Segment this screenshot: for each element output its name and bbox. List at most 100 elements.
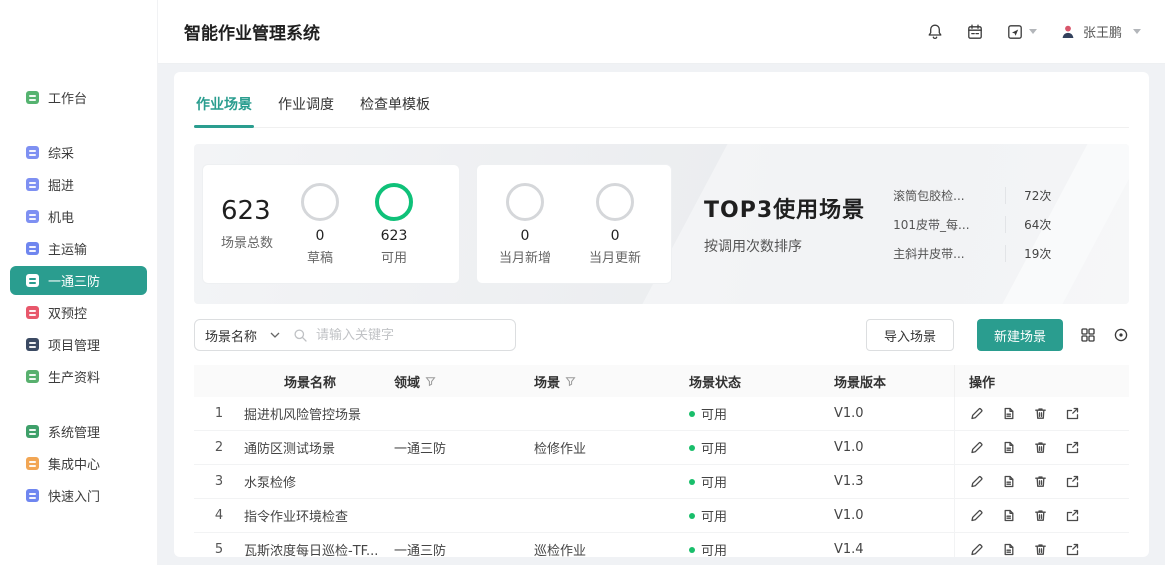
delete-icon[interactable] [1033, 406, 1048, 421]
copy-icon[interactable] [1001, 406, 1016, 421]
keyword-input[interactable] [316, 328, 505, 343]
stat-ring: 0 草稿 [301, 183, 339, 266]
production-data-icon [26, 370, 39, 383]
scene-name-cell: 掘进机风险管控场景 [244, 404, 394, 423]
ring-icon [596, 183, 634, 221]
grid-view-icon[interactable] [1080, 327, 1096, 343]
sidebar-item-label: 集成中心 [48, 454, 100, 473]
sidebar-item[interactable]: 双预控 [10, 298, 147, 327]
chevron-down-icon [1133, 29, 1141, 34]
edit-icon[interactable] [969, 508, 984, 523]
delete-icon[interactable] [1033, 508, 1048, 523]
sidebar-item[interactable]: 项目管理 [10, 330, 147, 359]
edit-icon[interactable] [969, 406, 984, 421]
table-row[interactable]: 1 掘进机风险管控场景 可用 V1.0 [194, 397, 1129, 431]
sidebar-item-label: 双预控 [48, 303, 87, 322]
status-header: 场景状态 [689, 372, 834, 391]
sidebar-item-label: 掘进 [48, 175, 74, 194]
row-actions [954, 533, 1129, 557]
top3-item-count: 72次 [1005, 187, 1067, 204]
row-index: 5 [194, 542, 244, 557]
version-cell: V1.0 [834, 508, 954, 523]
user-menu[interactable]: 张王鹏 [1059, 22, 1141, 41]
table-row[interactable]: 3 水泵检修 可用 V1.3 [194, 465, 1129, 499]
top3-item-name: 主斜井皮带... [893, 245, 1005, 262]
sidebar-item[interactable]: 生产资料 [10, 362, 147, 391]
sidebar-item-label: 主运输 [48, 239, 87, 258]
stats-banner: 623 场景总数 0 草稿 [194, 144, 1129, 304]
top3-title: TOP3使用场景 [704, 192, 865, 224]
table-row[interactable]: 5 瓦斯浓度每日巡检-TF... 一通三防 巡检作业 可用 V1.4 [194, 533, 1129, 557]
ring-icon [301, 183, 339, 221]
row-index: 3 [194, 474, 244, 489]
tab[interactable]: 检查单模板 [358, 84, 432, 127]
version-cell: V1.3 [834, 474, 954, 489]
tunneling-icon [26, 178, 39, 191]
top3-list: 滚筒包胶检... 72次 101皮带_每... 64次 主斜 [893, 181, 1067, 268]
copy-icon[interactable] [1001, 508, 1016, 523]
copy-icon[interactable] [1001, 474, 1016, 489]
tab[interactable]: 作业场景 [194, 84, 254, 127]
copy-icon[interactable] [1001, 440, 1016, 455]
quick-start-icon [26, 489, 39, 502]
export-icon[interactable] [1065, 440, 1080, 455]
scene-name-cell: 通防区测试场景 [244, 438, 394, 457]
create-scene-button[interactable]: 新建场景 [977, 319, 1063, 351]
sidebar-item[interactable]: 主运输 [10, 234, 147, 263]
calendar-icon[interactable] [966, 23, 984, 41]
tab-bar: 作业场景 作业调度 检查单模板 [194, 84, 1129, 128]
status-cell: 可用 [689, 540, 834, 557]
sidebar-item[interactable]: 机电 [10, 202, 147, 231]
status-badge: 可用 [701, 404, 727, 423]
edit-icon[interactable] [969, 542, 984, 557]
export-icon[interactable] [1065, 508, 1080, 523]
import-scene-button[interactable]: 导入场景 [866, 319, 954, 351]
export-icon[interactable] [1065, 474, 1080, 489]
app-window: 工作台 综采 掘进 机电 主运输 一通三 [0, 0, 1165, 565]
stat-ring: 623 可用 [375, 183, 413, 266]
sidebar-item[interactable]: 综采 [10, 138, 147, 167]
edit-icon[interactable] [969, 474, 984, 489]
domain-header: 领域 [394, 372, 534, 391]
edit-icon[interactable] [969, 440, 984, 455]
scene-name-cell: 指令作业环境检查 [244, 506, 394, 525]
filter-icon[interactable] [425, 376, 436, 387]
version-cell: V1.4 [834, 542, 954, 557]
table-row[interactable]: 2 通防区测试场景 一通三防 检修作业 可用 V1.0 [194, 431, 1129, 465]
scene-header: 场景 [534, 372, 689, 391]
sidebar: 工作台 综采 掘进 机电 主运输 一通三 [0, 0, 158, 565]
status-dot [689, 513, 695, 519]
status-dot [689, 411, 695, 417]
delete-icon[interactable] [1033, 440, 1048, 455]
bell-icon[interactable] [926, 23, 944, 41]
search-field-select[interactable]: 场景名称 [205, 326, 284, 345]
sidebar-item[interactable]: 集成中心 [10, 449, 147, 478]
stat-ring: 0 当月新增 [499, 183, 551, 266]
status-cell: 可用 [689, 438, 834, 457]
sidebar-item[interactable]: 掘进 [10, 170, 147, 199]
filter-icon[interactable] [565, 376, 576, 387]
column-settings-icon[interactable] [1113, 327, 1129, 343]
sidebar-item[interactable]: 一通三防 [10, 266, 147, 295]
sidebar-item[interactable]: 工作台 [10, 83, 147, 112]
ventilation-icon [26, 274, 39, 287]
sidebar-item[interactable]: 系统管理 [10, 417, 147, 446]
delete-icon[interactable] [1033, 542, 1048, 557]
scene-name-cell: 水泵检修 [244, 472, 394, 491]
electromechanical-icon [26, 210, 39, 223]
sidebar-item-label: 一通三防 [48, 271, 100, 290]
row-index: 4 [194, 508, 244, 523]
quick-nav-icon[interactable] [1006, 23, 1037, 41]
row-index: 1 [194, 406, 244, 421]
delete-icon[interactable] [1033, 474, 1048, 489]
export-icon[interactable] [1065, 542, 1080, 557]
topbar: 智能作业管理系统 张王鹏 [158, 0, 1165, 64]
top3-item-count: 19次 [1005, 245, 1067, 262]
sidebar-item[interactable]: 快速入门 [10, 481, 147, 510]
export-icon[interactable] [1065, 406, 1080, 421]
status-badge: 可用 [701, 506, 727, 525]
table-row[interactable]: 4 指令作业环境检查 可用 V1.0 [194, 499, 1129, 533]
tab[interactable]: 作业调度 [276, 84, 336, 127]
copy-icon[interactable] [1001, 542, 1016, 557]
status-cell: 可用 [689, 506, 834, 525]
